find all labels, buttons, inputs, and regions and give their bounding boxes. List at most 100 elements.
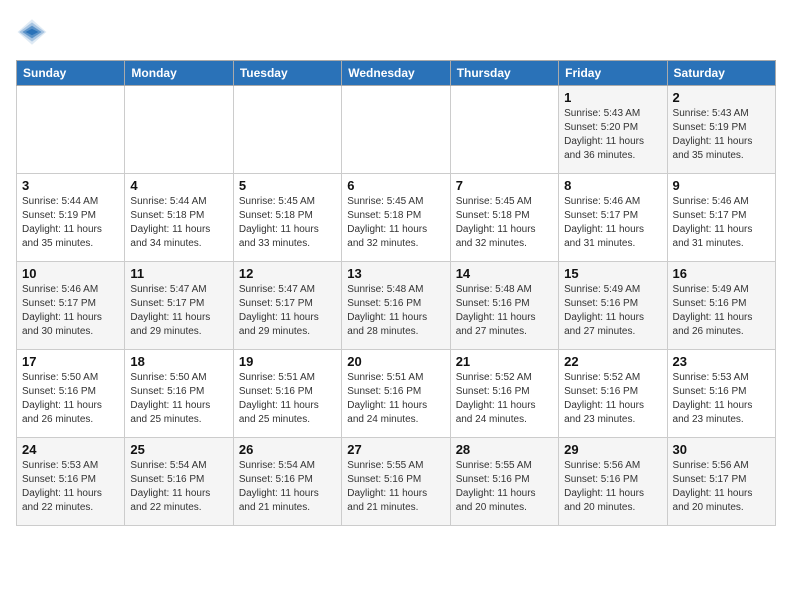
weekday-header-wednesday: Wednesday [342, 61, 450, 86]
calendar-cell: 24 Sunrise: 5:53 AM Sunset: 5:16 PM Dayli… [17, 438, 125, 526]
day-number: 17 [22, 354, 119, 369]
day-info: Sunrise: 5:47 AM Sunset: 5:17 PM Dayligh… [239, 283, 336, 339]
day-number: 19 [239, 354, 336, 369]
day-info: Sunrise: 5:54 AM Sunset: 5:16 PM Dayligh… [130, 459, 227, 515]
calendar-cell: 6 Sunrise: 5:45 AM Sunset: 5:18 PM Daylig… [342, 174, 450, 262]
day-info: Sunrise: 5:53 AM Sunset: 5:16 PM Dayligh… [673, 371, 770, 427]
day-number: 27 [347, 442, 444, 457]
calendar-cell: 5Sunrise: 5:45 AM Sunset: 5:18 PM Daylig… [233, 174, 341, 262]
day-info: Sunrise: 5:44 AM Sunset: 5:18 PM Dayligh… [130, 195, 227, 251]
day-number: 18 [130, 354, 227, 369]
calendar-cell [125, 86, 233, 174]
day-info: Sunrise: 5:43 AM Sunset: 5:19 PM Dayligh… [673, 107, 770, 163]
weekday-header-saturday: Saturday [667, 61, 775, 86]
calendar-header: SundayMondayTuesdayWednesdayThursdayFrid… [17, 61, 776, 86]
calendar-body: 1 Sunrise: 5:43 AM Sunset: 5:20 PM Daylig… [17, 86, 776, 526]
day-info: Sunrise: 5:51 AM Sunset: 5:16 PM Dayligh… [347, 371, 444, 427]
calendar-cell: 1 Sunrise: 5:43 AM Sunset: 5:20 PM Daylig… [559, 86, 667, 174]
day-info: Sunrise: 5:50 AM Sunset: 5:16 PM Dayligh… [22, 371, 119, 427]
day-number: 4 [130, 178, 227, 193]
day-number: 5 [239, 178, 336, 193]
logo [16, 16, 52, 48]
calendar-cell: 28 Sunrise: 5:55 AM Sunset: 5:16 PM Dayli… [450, 438, 558, 526]
day-info: Sunrise: 5:50 AM Sunset: 5:16 PM Dayligh… [130, 371, 227, 427]
day-number: 21 [456, 354, 553, 369]
day-number: 24 [22, 442, 119, 457]
calendar-cell: 12 Sunrise: 5:47 AM Sunset: 5:17 PM Dayli… [233, 262, 341, 350]
weekday-header-row: SundayMondayTuesdayWednesdayThursdayFrid… [17, 61, 776, 86]
day-info: Sunrise: 5:49 AM Sunset: 5:16 PM Dayligh… [673, 283, 770, 339]
day-info: Sunrise: 5:46 AM Sunset: 5:17 PM Dayligh… [564, 195, 661, 251]
day-number: 8 [564, 178, 661, 193]
day-number: 16 [673, 266, 770, 281]
day-number: 12 [239, 266, 336, 281]
weekday-header-thursday: Thursday [450, 61, 558, 86]
day-info: Sunrise: 5:52 AM Sunset: 5:16 PM Dayligh… [564, 371, 661, 427]
calendar-cell: 18 Sunrise: 5:50 AM Sunset: 5:16 PM Dayli… [125, 350, 233, 438]
day-number: 30 [673, 442, 770, 457]
calendar-cell: 4 Sunrise: 5:44 AM Sunset: 5:18 PM Daylig… [125, 174, 233, 262]
calendar-cell: 2Sunrise: 5:43 AM Sunset: 5:19 PM Daylig… [667, 86, 775, 174]
calendar-table: SundayMondayTuesdayWednesdayThursdayFrid… [16, 60, 776, 526]
weekday-header-tuesday: Tuesday [233, 61, 341, 86]
day-info: Sunrise: 5:46 AM Sunset: 5:17 PM Dayligh… [22, 283, 119, 339]
page-header [16, 16, 776, 48]
day-info: Sunrise: 5:53 AM Sunset: 5:16 PM Dayligh… [22, 459, 119, 515]
day-number: 13 [347, 266, 444, 281]
calendar-cell: 16 Sunrise: 5:49 AM Sunset: 5:16 PM Dayli… [667, 262, 775, 350]
logo-icon [16, 16, 48, 48]
calendar-cell: 15Sunrise: 5:49 AM Sunset: 5:16 PM Dayli… [559, 262, 667, 350]
day-number: 6 [347, 178, 444, 193]
calendar-cell: 10Sunrise: 5:46 AM Sunset: 5:17 PM Dayli… [17, 262, 125, 350]
calendar-cell: 19 Sunrise: 5:51 AM Sunset: 5:16 PM Dayli… [233, 350, 341, 438]
calendar-week-5: 24 Sunrise: 5:53 AM Sunset: 5:16 PM Dayli… [17, 438, 776, 526]
calendar-week-1: 1 Sunrise: 5:43 AM Sunset: 5:20 PM Daylig… [17, 86, 776, 174]
calendar-cell: 8 Sunrise: 5:46 AM Sunset: 5:17 PM Daylig… [559, 174, 667, 262]
day-info: Sunrise: 5:51 AM Sunset: 5:16 PM Dayligh… [239, 371, 336, 427]
calendar-cell [17, 86, 125, 174]
day-number: 29 [564, 442, 661, 457]
day-number: 26 [239, 442, 336, 457]
calendar-cell: 27 Sunrise: 5:55 AM Sunset: 5:16 PM Dayli… [342, 438, 450, 526]
day-info: Sunrise: 5:44 AM Sunset: 5:19 PM Dayligh… [22, 195, 119, 251]
day-info: Sunrise: 5:47 AM Sunset: 5:17 PM Dayligh… [130, 283, 227, 339]
calendar-cell: 22 Sunrise: 5:52 AM Sunset: 5:16 PM Dayli… [559, 350, 667, 438]
day-info: Sunrise: 5:55 AM Sunset: 5:16 PM Dayligh… [347, 459, 444, 515]
calendar-cell: 13Sunrise: 5:48 AM Sunset: 5:16 PM Dayli… [342, 262, 450, 350]
calendar-cell [233, 86, 341, 174]
day-number: 15 [564, 266, 661, 281]
day-info: Sunrise: 5:48 AM Sunset: 5:16 PM Dayligh… [456, 283, 553, 339]
weekday-header-sunday: Sunday [17, 61, 125, 86]
calendar-cell: 23 Sunrise: 5:53 AM Sunset: 5:16 PM Dayli… [667, 350, 775, 438]
day-number: 7 [456, 178, 553, 193]
calendar-cell [450, 86, 558, 174]
calendar-cell: 17 Sunrise: 5:50 AM Sunset: 5:16 PM Dayli… [17, 350, 125, 438]
weekday-header-monday: Monday [125, 61, 233, 86]
day-number: 11 [130, 266, 227, 281]
day-info: Sunrise: 5:45 AM Sunset: 5:18 PM Dayligh… [456, 195, 553, 251]
day-info: Sunrise: 5:43 AM Sunset: 5:20 PM Dayligh… [564, 107, 661, 163]
calendar-cell: 26 Sunrise: 5:54 AM Sunset: 5:16 PM Dayli… [233, 438, 341, 526]
day-number: 20 [347, 354, 444, 369]
day-number: 28 [456, 442, 553, 457]
day-number: 22 [564, 354, 661, 369]
calendar-week-2: 3 Sunrise: 5:44 AM Sunset: 5:19 PM Daylig… [17, 174, 776, 262]
calendar-week-3: 10Sunrise: 5:46 AM Sunset: 5:17 PM Dayli… [17, 262, 776, 350]
day-info: Sunrise: 5:45 AM Sunset: 5:18 PM Dayligh… [347, 195, 444, 251]
calendar-week-4: 17 Sunrise: 5:50 AM Sunset: 5:16 PM Dayli… [17, 350, 776, 438]
calendar-cell: 11 Sunrise: 5:47 AM Sunset: 5:17 PM Dayli… [125, 262, 233, 350]
calendar-cell: 7 Sunrise: 5:45 AM Sunset: 5:18 PM Daylig… [450, 174, 558, 262]
day-info: Sunrise: 5:54 AM Sunset: 5:16 PM Dayligh… [239, 459, 336, 515]
day-number: 3 [22, 178, 119, 193]
calendar-cell: 20 Sunrise: 5:51 AM Sunset: 5:16 PM Dayli… [342, 350, 450, 438]
calendar-cell: 30 Sunrise: 5:56 AM Sunset: 5:17 PM Dayli… [667, 438, 775, 526]
weekday-header-friday: Friday [559, 61, 667, 86]
calendar-cell: 25 Sunrise: 5:54 AM Sunset: 5:16 PM Dayli… [125, 438, 233, 526]
day-number: 25 [130, 442, 227, 457]
day-number: 1 [564, 90, 661, 105]
day-info: Sunrise: 5:56 AM Sunset: 5:17 PM Dayligh… [673, 459, 770, 515]
day-info: Sunrise: 5:55 AM Sunset: 5:16 PM Dayligh… [456, 459, 553, 515]
day-info: Sunrise: 5:46 AM Sunset: 5:17 PM Dayligh… [673, 195, 770, 251]
day-number: 23 [673, 354, 770, 369]
calendar-cell: 29Sunrise: 5:56 AM Sunset: 5:16 PM Dayli… [559, 438, 667, 526]
